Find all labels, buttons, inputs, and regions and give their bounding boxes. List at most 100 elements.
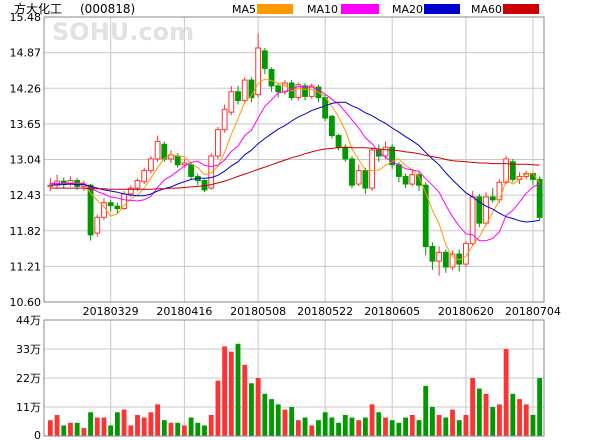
volume-bar-down (275, 404, 281, 436)
volume-bar-down (349, 417, 355, 436)
candle-down (402, 175, 409, 185)
candle-down (342, 146, 349, 160)
candle-up (141, 170, 148, 183)
volume-bar-down (530, 414, 536, 436)
volume-bar-down (336, 422, 341, 436)
candle-up (503, 158, 510, 183)
candle-up (382, 146, 389, 157)
candle-up (436, 251, 443, 262)
candle-up (215, 129, 221, 157)
volume-bar-up (155, 404, 161, 436)
volume-bar-down (108, 425, 114, 436)
date-label: 20180704 (505, 305, 561, 318)
price-tick-label: 14.87 (10, 47, 42, 60)
candle-down (114, 205, 121, 210)
volume-bar-up (94, 417, 100, 436)
candle-down (442, 251, 449, 268)
volume-bar-up (54, 414, 60, 436)
date-label: 20180329 (83, 305, 139, 318)
volume-bar-up (497, 404, 502, 436)
legend-ma10-swatch (341, 4, 379, 14)
watermark: SOHU.com (52, 18, 194, 46)
volume-bar-up (208, 414, 214, 436)
volume-bar-up (255, 378, 261, 436)
volume-bar-down (269, 399, 274, 436)
volume-bar-down (376, 412, 382, 436)
volume-tick-label: 33万 (16, 343, 41, 356)
candle-down (107, 202, 114, 207)
candle-down (322, 97, 329, 119)
legend-ma10-label: MA10 (307, 3, 338, 16)
candle-up (496, 181, 503, 201)
volume-bar-up (47, 420, 53, 436)
date-label: 20180620 (438, 305, 494, 318)
legend-ma5-label: MA5 (232, 3, 256, 16)
volume-bar-down (188, 417, 194, 436)
candle-up (241, 79, 248, 102)
stock-chart: SOHU.com 方大化工 (000818) MA5 MA10 MA20 MA6… (10, 1, 561, 440)
volume-bar-down (423, 385, 429, 436)
candle-down (395, 164, 402, 177)
candle-up (134, 180, 141, 189)
volume-bar-down (389, 420, 395, 436)
candle-up (255, 47, 262, 96)
volume-bar-up (463, 414, 469, 436)
volume-bar-down (74, 422, 80, 436)
candle-down (261, 50, 268, 69)
volume-bar-up (222, 346, 228, 436)
volume-bar-up (383, 417, 388, 436)
volume-bar-up (181, 425, 187, 436)
volume-bar-up (148, 412, 154, 436)
volume-bar-down (403, 417, 409, 436)
legend-ma60-label: MA60 (471, 3, 502, 16)
date-label: 20180605 (364, 305, 420, 318)
volume-bar-down (416, 420, 422, 436)
volume-bar-up (503, 349, 509, 436)
date-axis-labels: 20180329 20180416 20180508 20180522 20180605… (83, 305, 561, 318)
stock-code: (000818) (80, 2, 135, 16)
volume-bar-down (362, 417, 368, 436)
date-label: 20180416 (156, 305, 212, 318)
volume-bar-up (141, 417, 147, 436)
volume-axis-ticks: 44万 33万 22万 11万 0 (16, 314, 41, 440)
price-axis-ticks: 15.48 14.87 14.26 13.65 13.04 12.43 11.82 11.21… (10, 11, 42, 309)
price-tick-label: 13.65 (10, 118, 42, 131)
legend-ma5-swatch (257, 4, 293, 14)
legend-ma60-swatch (503, 4, 539, 14)
volume-bar-down (88, 412, 93, 436)
candle-down (429, 246, 436, 262)
candle-down (489, 196, 496, 201)
candle-up (369, 149, 375, 189)
volume-bar-up (242, 364, 248, 436)
date-label: 20180522 (297, 305, 353, 318)
volume-bar-up (282, 409, 288, 436)
price-tick-label: 11.21 (10, 260, 42, 273)
volume-bar-up (483, 393, 489, 436)
candle-up (355, 170, 362, 185)
candle-down (422, 184, 429, 248)
volume-bar-down (61, 425, 67, 436)
candle-up (228, 91, 235, 113)
volume-bar-down (175, 422, 181, 436)
volume-bar-down (476, 388, 482, 436)
candle-up (94, 216, 101, 234)
candle-up (409, 174, 416, 185)
volume-bar-up (215, 380, 221, 436)
candle-up (483, 196, 489, 224)
volume-tick-label: 11万 (16, 401, 41, 414)
candle-down (268, 69, 275, 87)
candlesticks (47, 33, 543, 276)
candle-down (328, 115, 335, 137)
volume-bar-down (329, 417, 335, 436)
volume-bar-up (517, 399, 522, 436)
volume-bar-up (295, 420, 301, 436)
volume-bar-up (128, 425, 134, 436)
candle-up (147, 158, 154, 172)
volume-tick-label: 0 (34, 429, 41, 440)
volume-bar-up (450, 409, 455, 436)
date-label: 20180508 (230, 305, 286, 318)
candle-down (161, 143, 168, 160)
volume-tick-label: 44万 (16, 314, 41, 327)
volume-bar-up (369, 404, 375, 436)
volume-bar-up (523, 404, 529, 436)
